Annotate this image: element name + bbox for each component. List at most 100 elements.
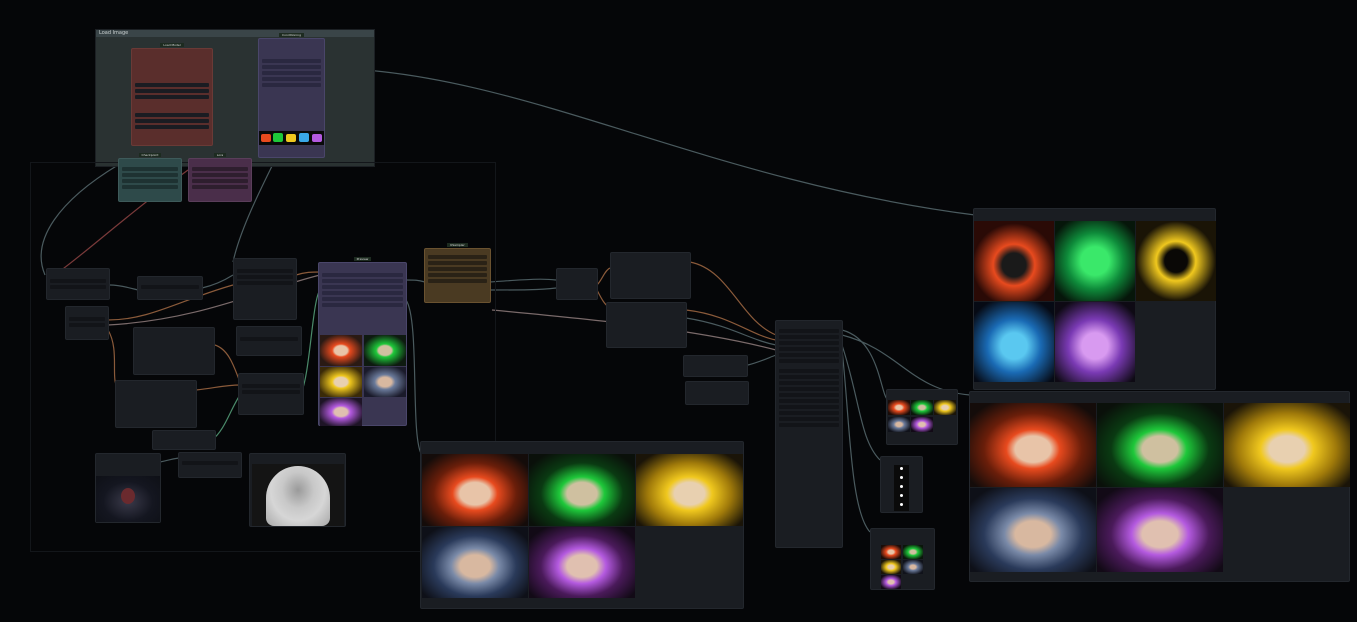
node-field[interactable] [428, 267, 487, 271]
node-field[interactable] [779, 375, 839, 379]
node-field[interactable] [428, 279, 487, 283]
gem-gallery-node[interactable] [973, 208, 1216, 390]
graph-node[interactable] [115, 380, 197, 428]
node-field[interactable] [262, 77, 321, 81]
node-field[interactable] [237, 275, 293, 279]
node-field[interactable] [50, 279, 106, 283]
node-field[interactable] [122, 185, 178, 189]
graph-node[interactable] [133, 327, 215, 375]
node-field[interactable] [237, 281, 293, 285]
node-field[interactable] [135, 125, 209, 129]
node-field[interactable] [779, 417, 839, 421]
portrait-yellow-tiny [881, 560, 901, 574]
portrait-blue [422, 527, 528, 598]
graph-node[interactable] [610, 252, 691, 299]
node-field[interactable] [135, 89, 209, 93]
graph-node[interactable] [685, 381, 749, 405]
node-field[interactable] [779, 423, 839, 427]
node-field[interactable] [322, 273, 403, 277]
gem-blue [974, 302, 1054, 382]
node-field[interactable] [779, 329, 839, 333]
graph-node[interactable] [137, 276, 203, 300]
node-field[interactable] [262, 83, 321, 87]
main-gallery-node[interactable] [420, 441, 744, 609]
node-field[interactable] [122, 179, 178, 183]
node-field[interactable] [69, 317, 105, 321]
graph-node[interactable] [556, 268, 598, 300]
node-field[interactable] [322, 303, 403, 307]
portrait-purple-small [320, 398, 362, 426]
portrait-purple-mini [911, 417, 933, 432]
node-field[interactable] [779, 359, 839, 363]
node-field[interactable] [192, 185, 248, 189]
node-field[interactable] [192, 167, 248, 171]
node-field[interactable] [242, 390, 300, 394]
node-field[interactable] [262, 71, 321, 75]
node-field[interactable] [135, 83, 209, 87]
graph-node[interactable] [178, 452, 242, 478]
node-field[interactable] [779, 341, 839, 345]
node-field[interactable] [428, 255, 487, 259]
graph-node[interactable] [152, 430, 216, 450]
node-field[interactable] [192, 173, 248, 177]
small-gallery-node[interactable] [886, 389, 958, 445]
graph-node[interactable] [683, 355, 748, 377]
node-field[interactable] [428, 261, 487, 265]
final-gallery-node[interactable] [969, 391, 1350, 582]
wire [747, 354, 777, 366]
graph-node[interactable] [238, 373, 304, 415]
node-field[interactable] [322, 291, 403, 295]
node-field[interactable] [135, 95, 209, 99]
node-field[interactable] [262, 65, 321, 69]
node-field[interactable] [262, 59, 321, 63]
node-field[interactable] [50, 285, 106, 289]
graph-node[interactable] [606, 302, 687, 348]
portrait-green-tiny [903, 545, 923, 559]
tall-settings-node[interactable] [775, 320, 843, 548]
node-field[interactable] [779, 399, 839, 403]
portrait-orange-tiny [881, 545, 901, 559]
mask-list-node[interactable] [880, 456, 923, 513]
node-field[interactable] [135, 113, 209, 117]
node-field[interactable] [322, 279, 403, 283]
node-field[interactable] [322, 285, 403, 289]
node-field[interactable] [779, 347, 839, 351]
node-field[interactable] [69, 323, 105, 327]
node-field[interactable] [135, 119, 209, 123]
load-image-node[interactable] [95, 453, 161, 523]
portrait-purple [529, 527, 635, 598]
node-field[interactable] [779, 387, 839, 391]
gem-preview-strip [259, 131, 324, 145]
node-field[interactable] [322, 297, 403, 301]
node-field[interactable] [192, 179, 248, 183]
node-field[interactable] [779, 369, 839, 373]
node-field[interactable] [779, 381, 839, 385]
node-field[interactable] [779, 393, 839, 397]
node-field[interactable] [242, 384, 300, 388]
node-field[interactable] [237, 269, 293, 273]
node-field[interactable] [428, 273, 487, 277]
node-field[interactable] [779, 411, 839, 415]
node-field[interactable] [779, 405, 839, 409]
node-field[interactable] [182, 461, 238, 465]
graph-node[interactable] [236, 326, 302, 356]
graph-node[interactable] [46, 268, 110, 300]
mask-preview-node[interactable] [249, 453, 346, 527]
purple-gallery-node[interactable]: Preview [318, 257, 407, 426]
lora-node[interactable]: Lora [188, 153, 252, 202]
node-field[interactable] [122, 173, 178, 177]
image-batch-node[interactable]: Conditioning [258, 33, 325, 158]
graph-node[interactable] [65, 306, 109, 340]
node-graph-canvas[interactable]: Load Image Load Model Conditioning Check… [0, 0, 1357, 622]
checkpoint-node[interactable]: Checkpoint [118, 153, 182, 202]
load-model-node[interactable]: Load Model [131, 43, 213, 146]
node-field[interactable] [141, 285, 199, 289]
node-field[interactable] [240, 337, 298, 341]
node-field[interactable] [122, 167, 178, 171]
portrait-yellow-mini [934, 400, 956, 415]
sampler-node[interactable]: KSampler [424, 243, 491, 303]
node-field[interactable] [779, 335, 839, 339]
tiny-gallery-node[interactable] [870, 528, 935, 590]
node-field[interactable] [779, 353, 839, 357]
graph-node[interactable] [233, 258, 297, 320]
